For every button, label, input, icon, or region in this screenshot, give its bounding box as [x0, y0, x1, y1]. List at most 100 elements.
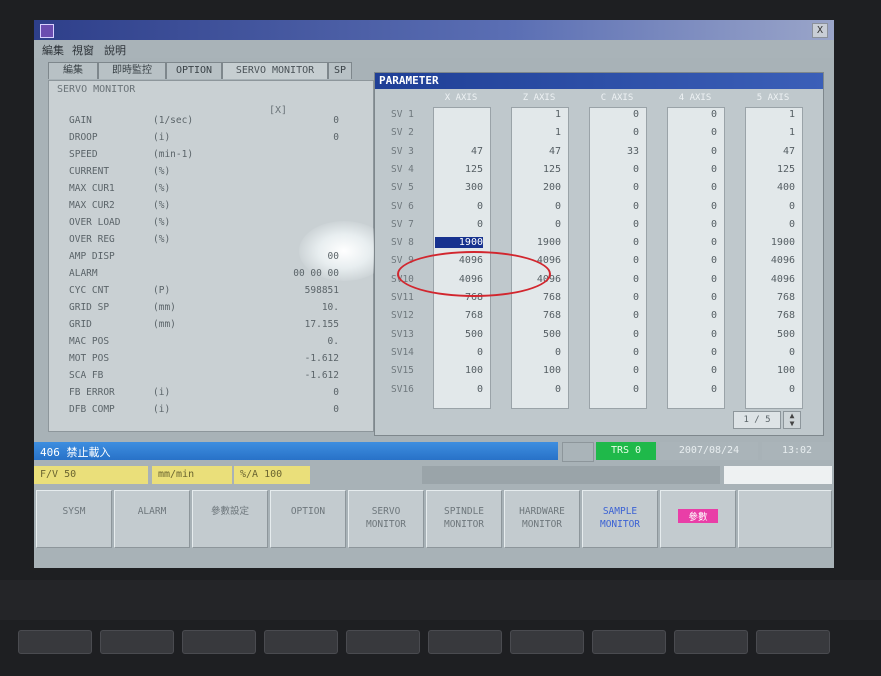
param-cell[interactable]: 125 — [513, 164, 561, 175]
param-cell[interactable]: 1900 — [747, 237, 795, 248]
param-cell[interactable]: 1 — [747, 109, 795, 120]
fkey-alarm[interactable]: ALARM — [114, 490, 190, 548]
menu-help[interactable]: 說明 — [104, 42, 126, 58]
param-cell[interactable]: 0 — [669, 201, 717, 212]
param-cell[interactable]: 47 — [747, 146, 795, 157]
param-cell[interactable]: 0 — [591, 219, 639, 230]
param-cell[interactable]: 0 — [669, 310, 717, 321]
param-cell[interactable]: 0 — [591, 237, 639, 248]
hardware-key[interactable] — [182, 630, 256, 654]
menu-window[interactable]: 視窗 — [72, 42, 94, 58]
param-cell[interactable]: 1900 — [513, 237, 561, 248]
hardware-key[interactable] — [674, 630, 748, 654]
hardware-key[interactable] — [756, 630, 830, 654]
param-cell[interactable]: 0 — [669, 274, 717, 285]
param-cell[interactable]: 300 — [435, 182, 483, 193]
param-cell[interactable]: 0 — [747, 219, 795, 230]
fkey-sysm[interactable]: SYSM — [36, 490, 112, 548]
param-cell[interactable]: 0 — [669, 219, 717, 230]
param-cell[interactable]: 100 — [435, 365, 483, 376]
param-cell[interactable]: 500 — [747, 329, 795, 340]
hardware-key[interactable] — [264, 630, 338, 654]
param-cell[interactable]: 0 — [435, 219, 483, 230]
param-cell[interactable]: 0 — [669, 182, 717, 193]
param-cell[interactable]: 1 — [747, 127, 795, 138]
param-cell[interactable]: 0 — [435, 201, 483, 212]
param-cell[interactable]: 0 — [591, 292, 639, 303]
tab-realtime[interactable]: 即時監控 — [98, 62, 166, 79]
fkey-servo-monitor[interactable]: SERVO MONITOR — [348, 490, 424, 548]
param-cell[interactable]: 125 — [435, 164, 483, 175]
fkey-option[interactable]: OPTION — [270, 490, 346, 548]
fkey-hardware-monitor[interactable]: HARDWARE MONITOR — [504, 490, 580, 548]
param-cell[interactable]: 47 — [513, 146, 561, 157]
param-cell[interactable]: 0 — [669, 329, 717, 340]
param-cell[interactable]: 0 — [669, 237, 717, 248]
param-cell[interactable]: 100 — [747, 365, 795, 376]
page-spinner[interactable]: ▲ ▼ — [783, 411, 801, 429]
param-cell[interactable]: 0 — [591, 201, 639, 212]
tab-sp[interactable]: SP — [328, 62, 352, 79]
param-cell[interactable]: 0 — [669, 127, 717, 138]
param-cell[interactable]: 0 — [591, 329, 639, 340]
param-cell[interactable]: 4096 — [747, 274, 795, 285]
menu-edit[interactable]: 編集 — [42, 42, 64, 58]
param-cell[interactable]: 0 — [513, 347, 561, 358]
close-icon[interactable]: X — [812, 23, 828, 38]
param-cell[interactable]: 0 — [591, 274, 639, 285]
param-cell[interactable]: 33 — [591, 146, 639, 157]
param-cell[interactable]: 0 — [513, 201, 561, 212]
param-cell[interactable]: 200 — [513, 182, 561, 193]
param-cell[interactable]: 0 — [669, 292, 717, 303]
hardware-key[interactable] — [18, 630, 92, 654]
param-cell[interactable]: 768 — [513, 292, 561, 303]
hardware-key[interactable] — [100, 630, 174, 654]
param-cell[interactable]: 0 — [591, 164, 639, 175]
tab-servo-monitor[interactable]: SERVO MONITOR — [222, 62, 328, 79]
param-cell[interactable]: 0 — [669, 365, 717, 376]
param-cell[interactable]: 0 — [669, 384, 717, 395]
param-cell[interactable]: 0 — [513, 384, 561, 395]
param-cell[interactable]: 0 — [591, 365, 639, 376]
fkey-param-setting[interactable]: 參數設定 — [192, 490, 268, 548]
hardware-key[interactable] — [346, 630, 420, 654]
param-cell[interactable]: 0 — [435, 384, 483, 395]
param-cell[interactable]: 0 — [591, 127, 639, 138]
param-cell[interactable]: 125 — [747, 164, 795, 175]
hardware-key[interactable] — [428, 630, 502, 654]
param-cell[interactable]: 0 — [669, 164, 717, 175]
fkey-sample-monitor[interactable]: SAMPLE MONITOR — [582, 490, 658, 548]
param-cell[interactable]: 0 — [669, 146, 717, 157]
param-cell[interactable]: 0 — [747, 384, 795, 395]
param-cell[interactable]: 0 — [669, 255, 717, 266]
param-cell[interactable]: 4096 — [747, 255, 795, 266]
param-cell[interactable]: 1 — [513, 127, 561, 138]
tab-edit[interactable]: 編集 — [48, 62, 98, 79]
param-cell[interactable]: 1 — [513, 109, 561, 120]
param-cell[interactable]: 0 — [747, 347, 795, 358]
param-cell[interactable]: 768 — [747, 292, 795, 303]
tab-option[interactable]: OPTION — [166, 62, 222, 79]
param-cell[interactable]: 0 — [591, 109, 639, 120]
param-cell[interactable]: 0 — [591, 347, 639, 358]
fkey-blank[interactable] — [738, 490, 832, 548]
param-cell[interactable]: 500 — [435, 329, 483, 340]
param-cell[interactable]: 0 — [591, 255, 639, 266]
param-cell[interactable]: 768 — [747, 310, 795, 321]
param-cell[interactable]: 47 — [435, 146, 483, 157]
param-cell[interactable]: 768 — [513, 310, 561, 321]
param-cell[interactable]: 0 — [513, 219, 561, 230]
param-cell[interactable]: 400 — [747, 182, 795, 193]
fkey-parameter[interactable]: 參數 — [660, 490, 736, 548]
param-cell[interactable]: 0 — [669, 347, 717, 358]
param-cell[interactable]: 100 — [513, 365, 561, 376]
param-cell[interactable]: 0 — [435, 347, 483, 358]
hardware-key[interactable] — [592, 630, 666, 654]
param-cell[interactable]: 0 — [591, 310, 639, 321]
param-cell[interactable]: 500 — [513, 329, 561, 340]
param-cell[interactable]: 768 — [435, 310, 483, 321]
param-cell[interactable]: 0 — [591, 384, 639, 395]
param-cell[interactable]: 1900 — [435, 237, 483, 249]
param-cell[interactable]: 0 — [591, 182, 639, 193]
param-cell[interactable]: 0 — [747, 201, 795, 212]
